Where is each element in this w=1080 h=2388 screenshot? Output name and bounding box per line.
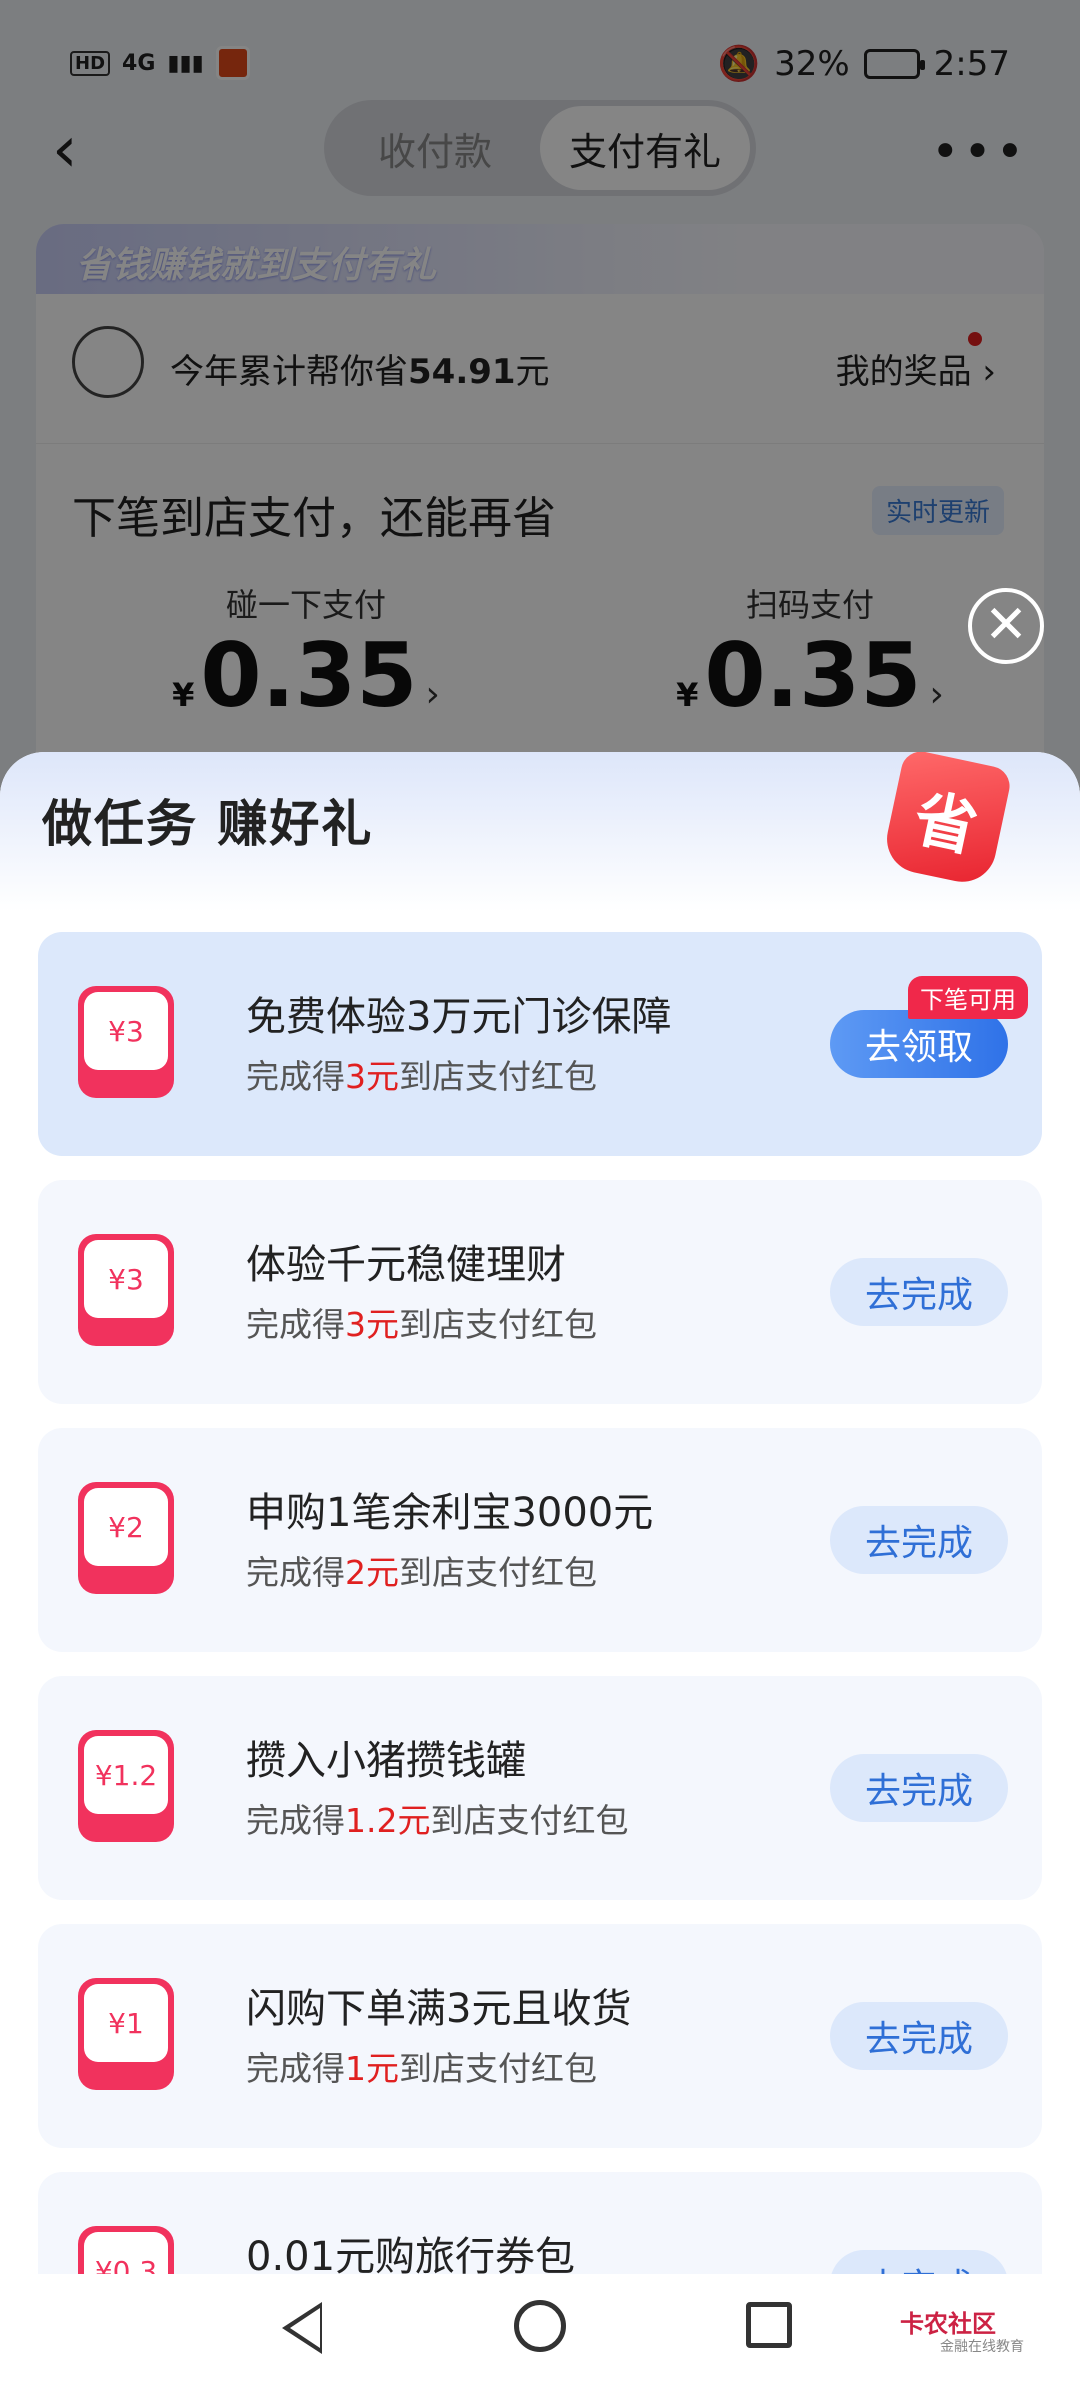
task-reward: 完成得3元到店支付红包 — [246, 1050, 597, 1098]
system-nav-bar: 卡农社区 金融在线教育 — [0, 2274, 1080, 2388]
task-title: 体验千元稳健理财 — [246, 1242, 566, 1288]
reward-amount: 3元 — [345, 1305, 399, 1344]
task-reward: 完成得2元到店支付红包 — [246, 1546, 597, 1594]
system-home-icon[interactable] — [514, 2300, 566, 2352]
task-item: ¥1.2 攒入小猪攒钱罐 完成得1.2元到店支付红包 去完成 — [38, 1676, 1042, 1900]
system-back-icon[interactable] — [282, 2302, 322, 2354]
task-title: 免费体验3万元门诊保障 — [246, 994, 672, 1040]
task-reward: 完成得3元到店支付红包 — [246, 1298, 597, 1346]
reward-amount: 1.2元 — [345, 1801, 431, 1840]
complete-button[interactable]: 去完成 — [830, 1506, 1008, 1574]
task-item: ¥1 闪购下单满3元且收货 完成得1元到店支付红包 去完成 — [38, 1924, 1042, 2148]
complete-button[interactable]: 去完成 — [830, 2002, 1008, 2070]
task-title: 0.01元购旅行券包 — [246, 2234, 576, 2274]
reward-amount: 3元 — [345, 1057, 399, 1096]
complete-button[interactable]: 去完成 — [830, 1258, 1008, 1326]
coupon-value: ¥0.3 — [84, 2232, 168, 2274]
task-item: ¥3 体验千元稳健理财 完成得3元到店支付红包 去完成 — [38, 1180, 1042, 1404]
coupon-value: ¥1 — [84, 1984, 168, 2062]
reward-suffix: 到店支付红包 — [430, 1801, 629, 1840]
coupon-value: ¥3 — [84, 992, 168, 1070]
reward-prefix: 完成得 — [246, 1057, 345, 1096]
coupon-icon: ¥2 — [78, 1482, 174, 1594]
close-button[interactable]: ✕ — [968, 588, 1044, 664]
watermark-logo: 卡农社区 — [900, 2310, 996, 2338]
coupon-icon: ¥3 — [78, 1234, 174, 1346]
reward-suffix: 到店支付红包 — [399, 2049, 597, 2088]
coupon-icon: ¥0.3 — [78, 2226, 174, 2274]
task-title: 闪购下单满3元且收货 — [246, 1986, 632, 2032]
claim-button[interactable]: 去领取 — [830, 1010, 1008, 1078]
coupon-value: ¥3 — [84, 1240, 168, 1318]
task-reward: 完成得1元到店支付红包 — [246, 2042, 597, 2090]
sheet-title: 做任务 赚好礼 — [42, 795, 374, 853]
reward-amount: 1元 — [345, 2049, 399, 2088]
save-tag-icon: 省 — [880, 752, 1014, 889]
coupon-value: ¥1.2 — [84, 1736, 168, 1814]
task-list: ¥3 免费体验3万元门诊保障 完成得3元到店支付红包 去领取 下笔可用 ¥3 体… — [38, 932, 1042, 2274]
complete-button[interactable]: 去完成 — [830, 2250, 1008, 2274]
task-item: ¥2 申购1笔余利宝3000元 完成得2元到店支付红包 去完成 — [38, 1428, 1042, 1652]
coupon-value: ¥2 — [84, 1488, 168, 1566]
reward-prefix: 完成得 — [246, 2049, 345, 2088]
reward-prefix: 完成得 — [246, 1305, 345, 1344]
reward-suffix: 到店支付红包 — [399, 1305, 597, 1344]
task-title: 申购1笔余利宝3000元 — [246, 1490, 654, 1536]
reward-suffix: 到店支付红包 — [399, 1057, 597, 1096]
coupon-icon: ¥3 — [78, 986, 174, 1098]
reward-prefix: 完成得 — [246, 1801, 345, 1840]
task-reward: 完成得1.2元到店支付红包 — [246, 1794, 628, 1842]
complete-button[interactable]: 去完成 — [830, 1754, 1008, 1822]
task-item: ¥3 免费体验3万元门诊保障 完成得3元到店支付红包 去领取 下笔可用 — [38, 932, 1042, 1156]
task-item: ¥0.3 0.01元购旅行券包 去完成 — [38, 2172, 1042, 2274]
task-title: 攒入小猪攒钱罐 — [246, 1738, 526, 1784]
task-sheet: 做任务 赚好礼 省 ¥3 免费体验3万元门诊保障 完成得3元到店支付红包 去领取… — [0, 752, 1080, 2274]
next-use-badge: 下笔可用 — [908, 976, 1028, 1019]
reward-suffix: 到店支付红包 — [399, 1553, 597, 1592]
reward-amount: 2元 — [345, 1553, 399, 1592]
system-recents-icon[interactable] — [746, 2302, 792, 2348]
sheet-header: 做任务 赚好礼 省 — [0, 752, 1080, 912]
coupon-icon: ¥1.2 — [78, 1730, 174, 1842]
watermark-subtitle: 金融在线教育 — [940, 2339, 1024, 2355]
coupon-icon: ¥1 — [78, 1978, 174, 2090]
reward-prefix: 完成得 — [246, 1553, 345, 1592]
